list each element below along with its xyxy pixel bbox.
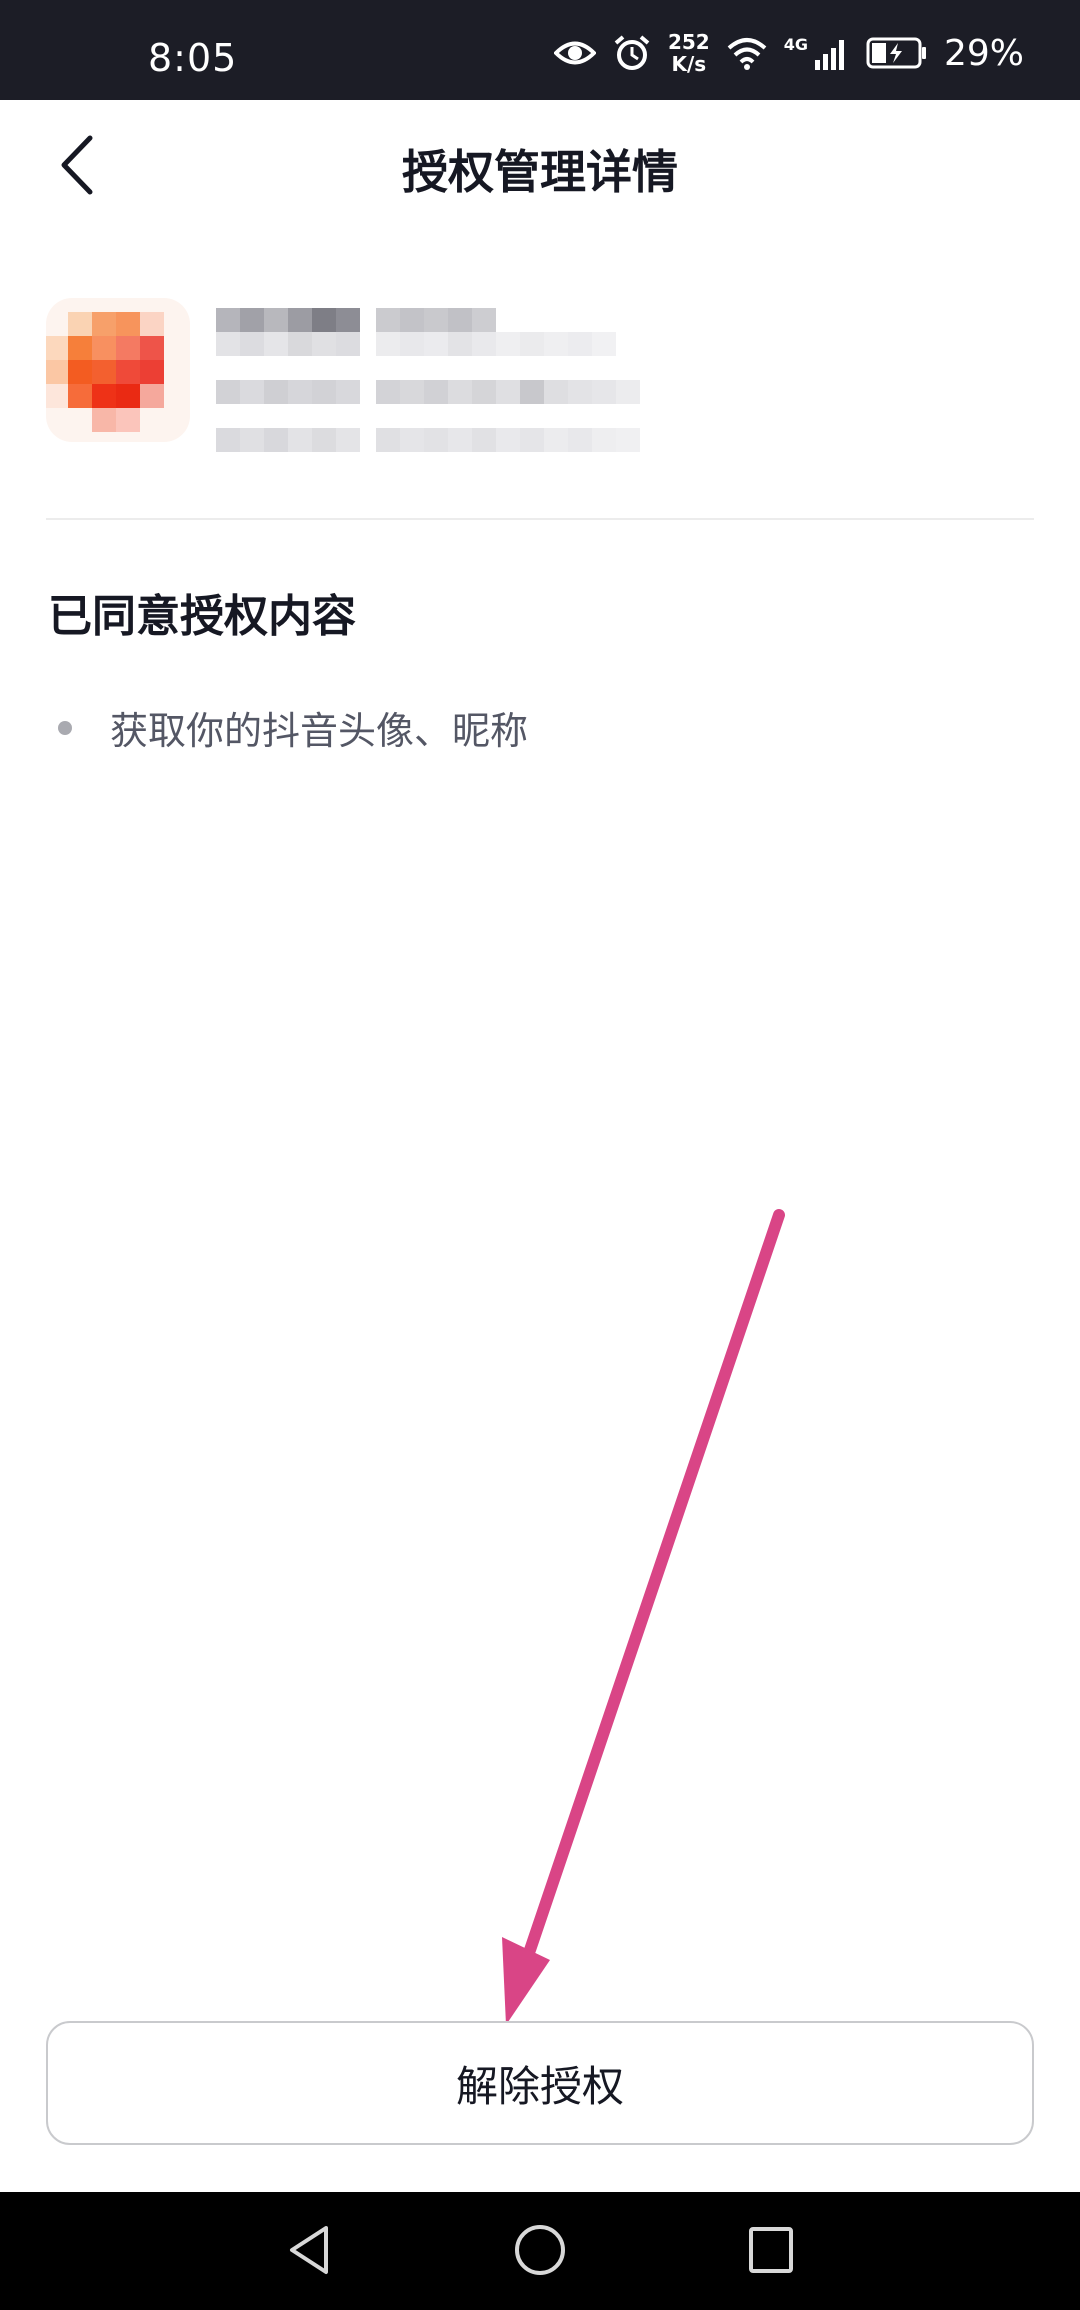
list-item-permission: 获取你的抖音头像、昵称 xyxy=(58,700,528,755)
network-speed-unit: K/s xyxy=(671,52,707,76)
system-nav-bar xyxy=(0,2192,1080,2310)
status-bar: 8:05 252 K/s 4G 29% xyxy=(0,0,1080,100)
network-speed-value: 252 xyxy=(667,30,710,54)
revoke-authorization-button[interactable]: 解除授权 xyxy=(46,2021,1034,2145)
back-triangle-icon[interactable] xyxy=(284,2222,334,2278)
wifi-icon xyxy=(726,36,768,70)
battery-charging-icon xyxy=(866,36,928,70)
eye-icon xyxy=(553,38,596,68)
battery-percent: 29% xyxy=(943,32,1024,74)
home-circle-icon[interactable] xyxy=(512,2222,568,2278)
page-title: 授权管理详情 xyxy=(402,145,678,199)
signal-icon xyxy=(814,36,850,70)
status-time: 8:05 xyxy=(148,36,238,80)
app-info xyxy=(46,294,1036,494)
app-icon xyxy=(46,298,190,442)
divider xyxy=(46,518,1034,520)
bullet-dot-icon xyxy=(58,720,72,735)
blurred-app-name xyxy=(216,308,756,488)
alarm-icon xyxy=(612,33,652,73)
section-title-authorized: 已同意授权内容 xyxy=(48,591,356,642)
page-header: 授权管理详情 xyxy=(0,100,1080,230)
status-icons: 252 K/s 4G 29% xyxy=(553,28,1024,78)
recents-square-icon[interactable] xyxy=(746,2222,796,2278)
network-speed: 252 K/s xyxy=(668,31,710,75)
permission-text: 获取你的抖音头像、昵称 xyxy=(110,709,529,753)
network-type: 4G xyxy=(783,34,808,54)
